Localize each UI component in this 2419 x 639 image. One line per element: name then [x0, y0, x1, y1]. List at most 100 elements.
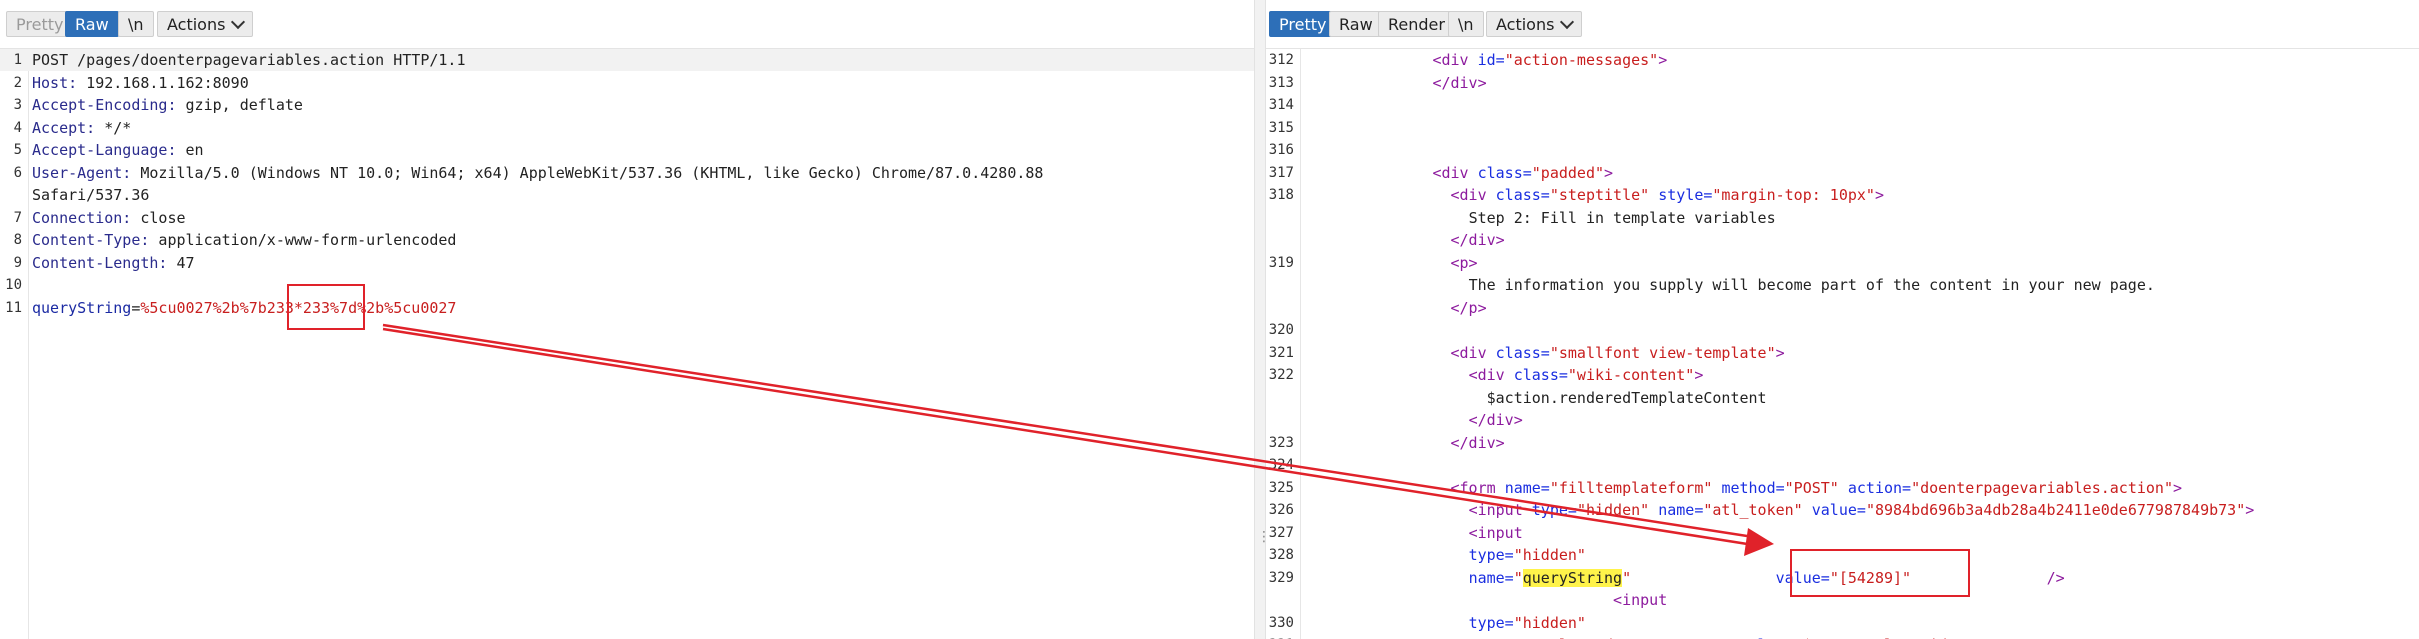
code-token-tag: <div: [1450, 186, 1496, 204]
header-value: 192.168.1.162:8090: [77, 73, 249, 92]
response-line-text: name="queryString" value="[54289]" />: [1306, 567, 2065, 589]
response-line-text: <p>: [1306, 252, 1478, 274]
response-line-text: </div>: [1306, 72, 1486, 94]
response-line: 324: [1266, 454, 2419, 476]
request-line-text: Content-Length: 47: [32, 252, 195, 274]
request-line: 11 queryString=%5cu0027%2b%7b233*233%7d%2…: [0, 297, 1254, 319]
request-line-content: POST /pages/doenterpagevariables.action …: [32, 51, 466, 69]
request-raw-tab[interactable]: Raw: [65, 11, 119, 37]
request-line: 2 Host: 192.168.1.162:8090: [0, 72, 1254, 94]
request-line-text: POST /pages/doenterpagevariables.action …: [32, 49, 465, 71]
request-line: 4 Accept: */*: [0, 117, 1254, 139]
response-line-text: <input: [1306, 522, 1523, 544]
response-line: 327 <input: [1266, 522, 2419, 544]
code-token-attr: class=: [1495, 343, 1550, 362]
code-token-attr: name=: [1658, 501, 1704, 519]
request-line-text: Content-Type: application/x-www-form-url…: [32, 229, 456, 251]
response-line: 312 <div id="action-messages">: [1266, 49, 2419, 71]
line-number: 4: [13, 119, 22, 136]
response-line-text: type="hidden": [1306, 612, 1586, 634]
line-number: 316: [1268, 142, 1294, 158]
request-line-text: Accept-Language: en: [32, 139, 204, 161]
code-token-attr: type=: [1468, 546, 1514, 564]
request-toolbar: Pretty Raw \n Actions: [0, 0, 1254, 49]
code-token-str: ": [1622, 568, 1632, 587]
response-actions-label: Actions: [1496, 15, 1555, 34]
code-token-str: "8984bd696b3a4db28a4b2411e0de677987849b7…: [1865, 501, 2246, 519]
code-token-str: "wiki-content": [1567, 366, 1695, 384]
code-token-str: "action-messages": [1504, 51, 1659, 69]
response-toolbar: Pretty Raw Render \n Actions: [1266, 0, 2419, 49]
response-pretty-tab[interactable]: Pretty: [1269, 11, 1337, 37]
response-line: 313 </div>: [1266, 72, 2419, 94]
response-line-text: <input: [1306, 589, 1667, 611]
response-line: </div>: [1266, 409, 2419, 431]
line-number: 326: [1268, 502, 1294, 518]
code-token-str: "doenterpagevariables.action": [1911, 478, 2173, 497]
response-line: 331 name="templateId" value="$pageTempla…: [1266, 634, 2419, 639]
response-line-text: <div id="action-messages">: [1306, 49, 1667, 71]
line-number: 5: [13, 142, 22, 158]
chevron-down-icon: [1560, 14, 1575, 30]
response-actions-menu[interactable]: Actions: [1486, 11, 1583, 37]
code-token-attr: value=: [1775, 568, 1830, 587]
code-token-tag: <div: [1450, 343, 1496, 362]
code-token-attr: name=: [1468, 568, 1514, 587]
line-number: 322: [1268, 367, 1294, 383]
response-line-text: The information you supply will become p…: [1306, 274, 2155, 296]
response-line-text: <div class="steptitle" style="margin-top…: [1306, 184, 1885, 206]
response-line-text: <div class="smallfont view-template">: [1306, 342, 1785, 364]
response-line: <input: [1266, 589, 2419, 611]
code-token-attr: class=: [1495, 186, 1550, 204]
response-line: 315: [1266, 117, 2419, 139]
header-value: Mozilla/5.0 (Windows NT 10.0; Win64; x64…: [131, 163, 1044, 182]
code-token-tag: <div: [1432, 163, 1478, 182]
line-number: 321: [1268, 344, 1294, 361]
line-number: 3: [13, 97, 22, 113]
code-token-tag: </div>: [1450, 433, 1505, 452]
request-editor[interactable]: 1 POST /pages/doenterpagevariables.action…: [0, 49, 1254, 639]
line-number: 1: [13, 52, 22, 68]
response-line-text: type="hidden": [1306, 544, 1586, 566]
request-pretty-tab[interactable]: Pretty: [6, 11, 74, 37]
response-line-text: </div>: [1306, 432, 1505, 454]
code-token-tag: >: [2245, 501, 2255, 519]
request-line-text: Connection: close: [32, 207, 186, 229]
code-token-tag: </p>: [1450, 298, 1487, 317]
response-newline-toggle[interactable]: \n: [1448, 11, 1484, 37]
request-line: 6 User-Agent: Mozilla/5.0 (Windows NT 10.…: [0, 162, 1254, 184]
request-actions-menu[interactable]: Actions: [157, 11, 254, 37]
response-editor[interactable]: 312 <div id="action-messages"> 313 </div>…: [1266, 49, 2419, 639]
chevron-down-icon: [231, 14, 246, 30]
request-newline-toggle[interactable]: \n: [118, 11, 154, 37]
header-name: Content-Type:: [32, 231, 150, 249]
line-number: 7: [13, 209, 22, 226]
code-token-attr: type=: [1531, 501, 1577, 519]
code-token-hl: queryString: [1522, 568, 1623, 587]
code-token-attr: method=: [1721, 478, 1785, 497]
line-number: 9: [13, 254, 22, 271]
response-raw-tab[interactable]: Raw: [1329, 11, 1383, 37]
code-token-attr: id=: [1477, 51, 1505, 69]
pane-splitter[interactable]: ⋮: [1254, 0, 1271, 639]
header-name: Accept-Encoding:: [32, 96, 177, 114]
response-line-text: <div class="wiki-content">: [1306, 364, 1704, 386]
response-line: 326 <input type="hidden" name="atl_token…: [1266, 499, 2419, 521]
response-line-text: <input type="hidden" name="atl_token" va…: [1306, 499, 2255, 521]
response-render-tab[interactable]: Render: [1378, 11, 1455, 37]
header-value: application/x-www-form-urlencoded: [149, 231, 457, 249]
line-number: 11: [5, 299, 22, 316]
request-line-content: Safari/537.36: [32, 186, 150, 204]
response-pane: Pretty Raw Render \n Actions 312 <div id…: [1266, 0, 2419, 639]
response-line: 314: [1266, 94, 2419, 116]
header-name: Accept-Language:: [32, 141, 177, 159]
